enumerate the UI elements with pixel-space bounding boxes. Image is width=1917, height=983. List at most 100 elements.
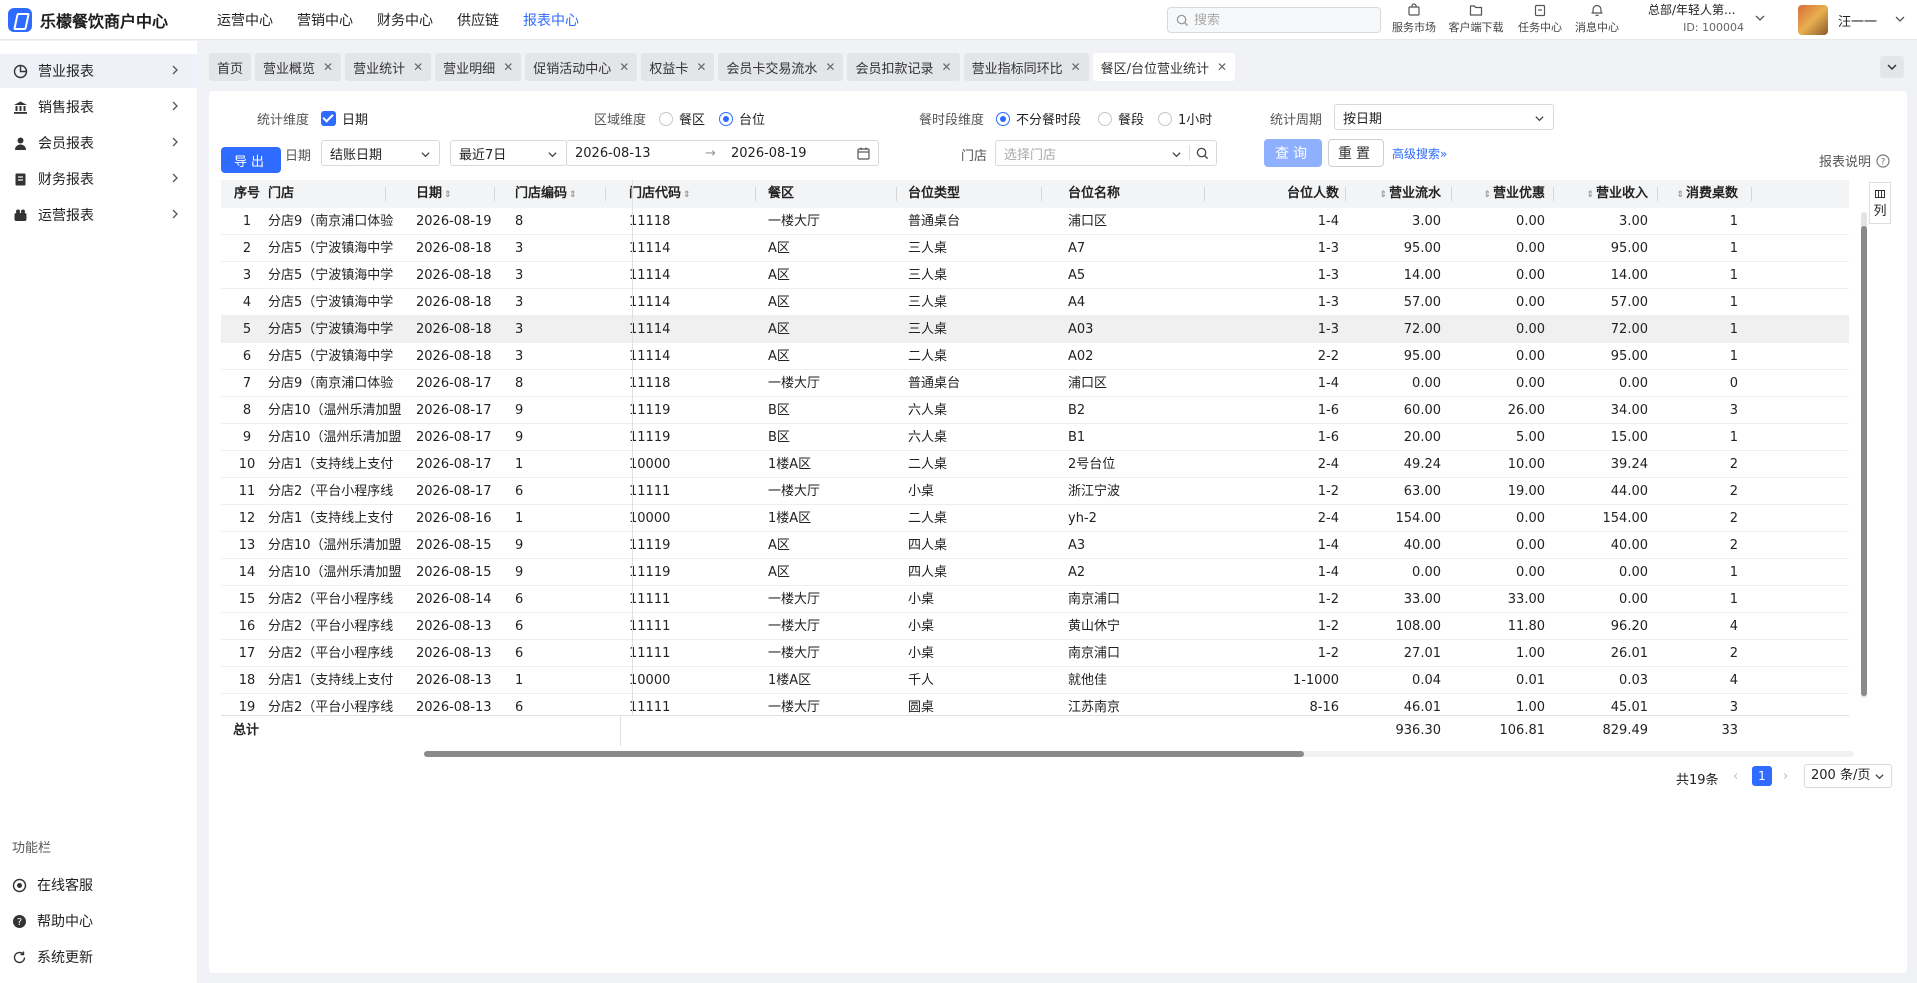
meal-radio-none[interactable]: 不分餐时段 (996, 109, 1081, 128)
meal-radio-period[interactable]: 餐段 (1098, 109, 1144, 128)
close-icon[interactable]: ✕ (503, 60, 513, 74)
search-input[interactable] (1194, 12, 1364, 28)
table-row[interactable]: 14 分店10（温州乐清加盟 2026-08-15 9 11119 A区 四人桌 A2 1-4 0… (221, 559, 1849, 586)
header-col-store-id[interactable]: 门店代码 ⇕ (629, 180, 709, 208)
tab-home[interactable]: 首页 (209, 53, 252, 81)
table-row[interactable]: 9 分店10（温州乐清加盟 2026-08-17 9 11119 B区 六人桌 B1 1-6 20… (221, 424, 1849, 451)
table-row[interactable]: 7 分店9（南京浦口体验 2026-08-17 8 11118 一楼大厅 普通桌台 浦口区 1-… (221, 370, 1849, 397)
header-col-flow[interactable]: ⇕ 营业流水 (1359, 180, 1441, 208)
nav-marketing[interactable]: 营销中心 (297, 10, 353, 30)
date-end[interactable]: 2026-08-19 (731, 146, 807, 161)
area-radio-table[interactable]: 台位 (719, 109, 765, 128)
horizontal-scrollbar[interactable] (424, 751, 1854, 757)
page-size-select[interactable]: 200 条/页 (1804, 764, 1892, 788)
table-row[interactable]: 12 分店1（支持线上支付 2026-08-16 1 10000 1楼A区 二人桌 yh-2 2… (221, 505, 1849, 532)
logo[interactable]: 乐檬餐饮商户中心 (8, 8, 168, 32)
column-divider[interactable] (896, 187, 897, 201)
user-name[interactable]: 汪一一 (1838, 11, 1877, 30)
fixed-horizontal-scrollbar[interactable] (229, 751, 414, 757)
sort-icon[interactable]: ⇕ (1379, 190, 1387, 200)
tab-promotion[interactable]: 促销活动中心 ✕ (525, 53, 638, 81)
table-row[interactable]: 3 分店5（宁波镇海中学 2026-08-18 3 11114 A区 三人桌 A5 1-3 14.… (221, 262, 1849, 289)
sort-icon[interactable]: ⇕ (683, 190, 691, 200)
date-range-picker[interactable]: 2026-08-13 → 2026-08-19 (566, 140, 879, 166)
column-divider[interactable] (1751, 187, 1752, 201)
table-row[interactable]: 13 分店10（温州乐清加盟 2026-08-15 9 11119 A区 四人桌 A3 1-4 4… (221, 532, 1849, 559)
close-icon[interactable]: ✕ (1071, 60, 1081, 74)
sort-icon[interactable]: ⇕ (569, 190, 577, 200)
column-settings-button[interactable]: 列 (1869, 182, 1891, 224)
header-col-store-code[interactable]: 门店编码 ⇕ (515, 180, 595, 208)
close-icon[interactable]: ✕ (619, 60, 629, 74)
column-divider[interactable] (755, 187, 756, 201)
date-start[interactable]: 2026-08-13 (575, 146, 651, 161)
sidebar-item-member-report[interactable]: 会员报表 (0, 126, 197, 160)
header-col-income[interactable]: ⇕ 营业收入 (1556, 180, 1648, 208)
column-divider[interactable] (1204, 187, 1205, 201)
table-row[interactable]: 11 分店2（平台小程序线 2026-08-17 6 11111 一楼大厅 小桌 浙江宁波 1-… (221, 478, 1849, 505)
column-divider[interactable] (1345, 187, 1346, 201)
close-icon[interactable]: ✕ (413, 60, 423, 74)
area-radio-area[interactable]: 餐区 (659, 109, 705, 128)
table-row[interactable]: 2 分店5（宁波镇海中学 2026-08-18 3 11114 A区 三人桌 A7 1-3 95.… (221, 235, 1849, 262)
system-update-link[interactable]: 系统更新 (12, 947, 93, 967)
export-button[interactable]: 导出 (221, 147, 281, 173)
store-select[interactable]: 选择门店 (995, 140, 1217, 166)
close-icon[interactable]: ✕ (942, 60, 952, 74)
nav-ops[interactable]: 运营中心 (217, 10, 273, 30)
table-row[interactable]: 15 分店2（平台小程序线 2026-08-14 6 11111 一楼大厅 小桌 南京浦口 1-… (221, 586, 1849, 613)
chevron-down-icon[interactable] (1894, 13, 1906, 25)
header-col-table-count[interactable]: ⇕ 消费桌数 (1657, 180, 1738, 208)
account-switcher[interactable]: 总部/年轻人第... ID: 100004 (1648, 2, 1756, 36)
sort-icon[interactable]: ⇕ (1483, 190, 1491, 200)
message-center-button[interactable]: 消息中心 (1564, 3, 1630, 35)
date-range-select[interactable]: 最近7日 (450, 140, 567, 166)
nav-supply[interactable]: 供应链 (457, 10, 499, 30)
scrollbar-thumb[interactable] (424, 751, 1304, 757)
tab-member-card-flow[interactable]: 会员卡交易流水 ✕ (718, 53, 844, 81)
tab-detail[interactable]: 营业明细 ✕ (435, 53, 522, 81)
search-icon[interactable] (1196, 147, 1209, 160)
help-center-link[interactable]: ? 帮助中心 (12, 911, 93, 931)
prev-page-icon[interactable]: ‹ (1733, 769, 1738, 784)
table-row[interactable]: 4 分店5（宁波镇海中学 2026-08-18 3 11114 A区 三人桌 A4 1-3 57.… (221, 289, 1849, 316)
table-row[interactable]: 18 分店1（支持线上支付 2026-08-13 1 10000 1楼A区 千人 就他佳 1-1… (221, 667, 1849, 694)
sidebar-item-ops-report[interactable]: 运营报表 (0, 198, 197, 232)
reset-button[interactable]: 重置 (1328, 139, 1384, 167)
meal-radio-hour[interactable]: 1小时 (1158, 109, 1212, 128)
table-row[interactable]: 16 分店2（平台小程序线 2026-08-13 6 11111 一楼大厅 小桌 黄山休宁 1-… (221, 613, 1849, 640)
table-row[interactable]: 1 分店9（南京浦口体验 2026-08-19 8 11118 一楼大厅 普通桌台 浦口区 1-… (221, 208, 1849, 235)
tab-member-deduction[interactable]: 会员扣款记录 ✕ (847, 53, 960, 81)
table-row[interactable]: 10 分店1（支持线上支付 2026-08-17 1 10000 1楼A区 二人桌 2号台位 2… (221, 451, 1849, 478)
chevron-down-icon[interactable] (1754, 12, 1766, 24)
table-row[interactable]: 6 分店5（宁波镇海中学 2026-08-18 3 11114 A区 二人桌 A02 2-2 95… (221, 343, 1849, 370)
avatar[interactable] (1798, 5, 1828, 35)
sidebar-item-finance-report[interactable]: 财务报表 (0, 162, 197, 196)
nav-finance[interactable]: 财务中心 (377, 10, 433, 30)
sort-icon[interactable]: ⇕ (444, 190, 452, 200)
column-divider[interactable] (1041, 187, 1042, 201)
search-box[interactable] (1167, 7, 1381, 33)
table-row[interactable]: 8 分店10（温州乐清加盟 2026-08-17 9 11119 B区 六人桌 B2 1-6 60… (221, 397, 1849, 424)
tabs-more-button[interactable] (1880, 56, 1904, 78)
online-service-link[interactable]: 在线客服 (12, 875, 93, 895)
tab-overview[interactable]: 营业概览 ✕ (255, 53, 342, 81)
stat-dim-date-checkbox[interactable]: 日期 (321, 109, 368, 128)
nav-reports[interactable]: 报表中心 (523, 10, 579, 30)
table-row[interactable]: 5 分店5（宁波镇海中学 2026-08-18 3 11114 A区 三人桌 A03 1-3 72… (221, 316, 1849, 343)
scrollbar-thumb[interactable] (1861, 226, 1867, 696)
column-divider[interactable] (605, 187, 606, 201)
table-row[interactable]: 17 分店2（平台小程序线 2026-08-13 6 11111 一楼大厅 小桌 南京浦口 1-… (221, 640, 1849, 667)
close-icon[interactable]: ✕ (696, 60, 706, 74)
client-download-button[interactable]: 客户端下载 (1443, 3, 1509, 35)
service-market-button[interactable]: 服务市场 (1381, 3, 1447, 35)
sidebar-item-sales-report[interactable]: 销售报表 (0, 90, 197, 124)
column-divider[interactable] (1451, 187, 1452, 201)
advanced-search-link[interactable]: 高级搜索» (1392, 145, 1447, 162)
header-col-discount[interactable]: ⇕ 营业优惠 (1459, 180, 1545, 208)
sort-icon[interactable]: ⇕ (1676, 190, 1684, 200)
report-note-link[interactable]: 报表说明 ? (1819, 151, 1890, 170)
tab-benefit-card[interactable]: 权益卡 ✕ (641, 53, 715, 81)
tab-indicator-compare[interactable]: 营业指标同环比 ✕ (963, 53, 1089, 81)
date-type-select[interactable]: 结账日期 (321, 140, 440, 166)
